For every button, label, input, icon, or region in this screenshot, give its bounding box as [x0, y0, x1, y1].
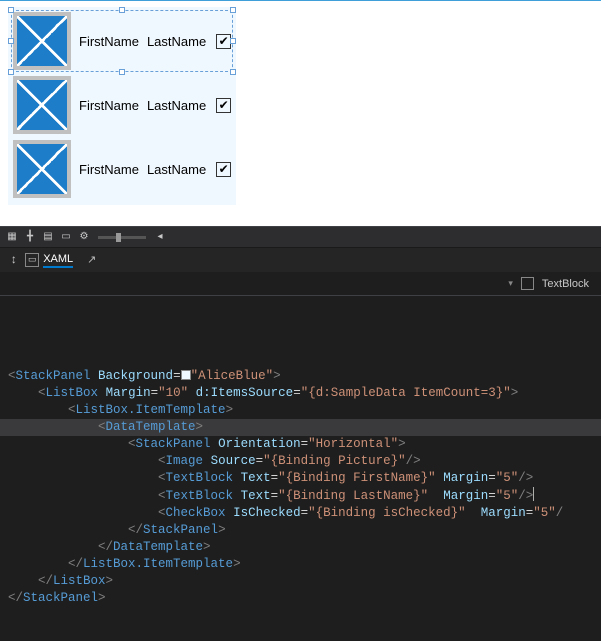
collapse-icon[interactable]: ↕ [10, 253, 17, 267]
lastname-text: LastName [147, 162, 206, 177]
checkbox[interactable]: ✔ [216, 98, 231, 113]
tab-label: XAML [43, 253, 73, 268]
tab-xaml[interactable]: ▭ XAML [25, 253, 73, 268]
chevron-left-icon[interactable]: ◂ [152, 229, 168, 245]
firstname-text: FirstName [79, 98, 139, 113]
list-item[interactable]: FirstName LastName ✔ [11, 10, 233, 72]
code-tab-bar: ↕ ▭ XAML ↗ [0, 248, 601, 272]
code-editor[interactable]: <StackPanel Background="AliceBlue"> <Lis… [0, 296, 601, 641]
lastname-text: LastName [147, 34, 206, 49]
firstname-text: FirstName [79, 162, 139, 177]
firstname-text: FirstName [79, 34, 139, 49]
checkbox[interactable]: ✔ [216, 34, 231, 49]
popout-icon[interactable]: ↗ [87, 253, 96, 267]
designer-surface[interactable]: FirstName LastName ✔ FirstName LastName … [0, 0, 601, 226]
checkbox[interactable]: ✔ [216, 162, 231, 177]
chevron-down-icon[interactable]: ▾ [508, 278, 513, 289]
image-placeholder-icon [13, 12, 71, 70]
list-item[interactable]: FirstName LastName ✔ [11, 74, 233, 136]
grid-snap-icon[interactable]: ▦ [4, 229, 20, 245]
effects-icon[interactable]: ⚙ [76, 229, 92, 245]
list-item[interactable]: FirstName LastName ✔ [11, 138, 233, 200]
image-placeholder-icon [13, 140, 71, 198]
grid-icon[interactable]: ▤ [40, 229, 56, 245]
image-placeholder-icon [13, 76, 71, 134]
listbox-design[interactable]: FirstName LastName ✔ FirstName LastName … [8, 7, 236, 205]
breadcrumb-bar: ▾ TextBlock [0, 272, 601, 296]
xaml-tab-icon: ▭ [25, 253, 39, 267]
element-glyph-icon [521, 277, 534, 290]
snapline-icon[interactable]: ╋ [22, 229, 38, 245]
zoom-slider[interactable] [98, 236, 146, 239]
breadcrumb-current[interactable]: TextBlock [542, 278, 589, 290]
artboard-icon[interactable]: ▭ [58, 229, 74, 245]
lastname-text: LastName [147, 98, 206, 113]
designer-toolbar: ▦ ╋ ▤ ▭ ⚙ ◂ [0, 226, 601, 248]
